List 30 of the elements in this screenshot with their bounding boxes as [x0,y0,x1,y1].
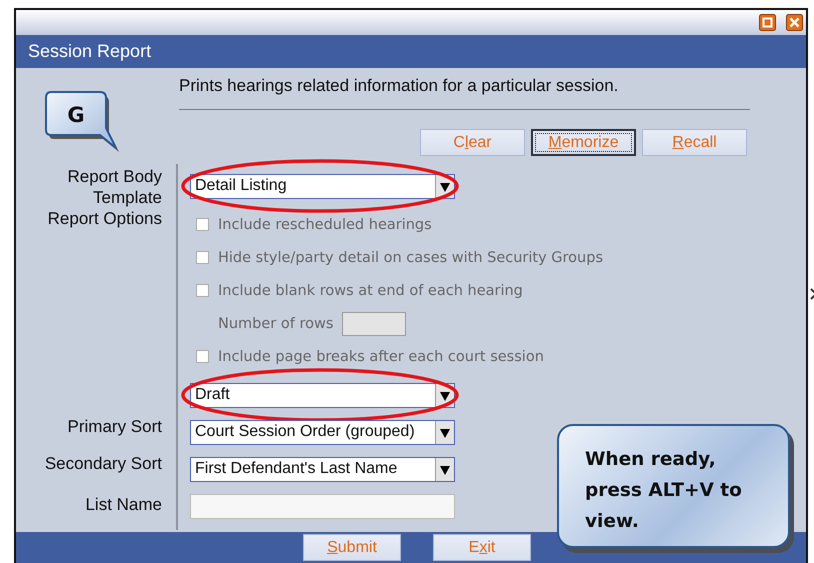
footer-button[interactable]: Exit [433,534,531,561]
dropdown-arrow-icon[interactable] [440,390,450,400]
dropdown[interactable]: First Defendant's Last Name [190,457,455,482]
field-label: Secondary Sort [44,454,162,473]
dropdown-arrow-icon[interactable] [440,428,450,438]
checkbox-label: Include blank rows at end of each hearing [218,282,523,298]
field-label: Report Body Template [68,167,162,207]
field-label: Primary Sort [68,417,162,436]
field-label: Report Options [48,209,162,228]
number-field[interactable] [342,312,406,336]
dropdown-arrow-icon[interactable] [440,182,450,192]
step-callout: G [42,88,120,154]
close-icon[interactable] [786,14,803,31]
description-text: Prints hearings related information for a particular session. [179,76,620,96]
dropdown-arrow-icon[interactable] [440,464,450,474]
dropdown[interactable]: Court Session Order (grouped) [190,420,455,445]
toolbar-button[interactable]: Recall [642,129,747,156]
footer-button[interactable]: Submit [303,534,401,561]
window-title: Session Report [28,41,152,62]
checkbox-label: Include page breaks after each court session [218,348,544,364]
maximize-icon[interactable] [759,14,776,31]
field-label: Number of rows [218,316,334,332]
input-field[interactable] [190,494,455,519]
checkbox-label: Hide style/party detail on cases with Security Groups [218,250,604,266]
toolbar-button[interactable]: Clear [420,129,525,156]
field-label: List Name [85,495,162,514]
dropdown[interactable]: Detail Listing [190,174,455,199]
toolbar-button[interactable]: Memorize [531,129,636,156]
checkbox-label: Include rescheduled hearings [218,216,432,232]
dropdown[interactable]: Draft [190,383,455,408]
